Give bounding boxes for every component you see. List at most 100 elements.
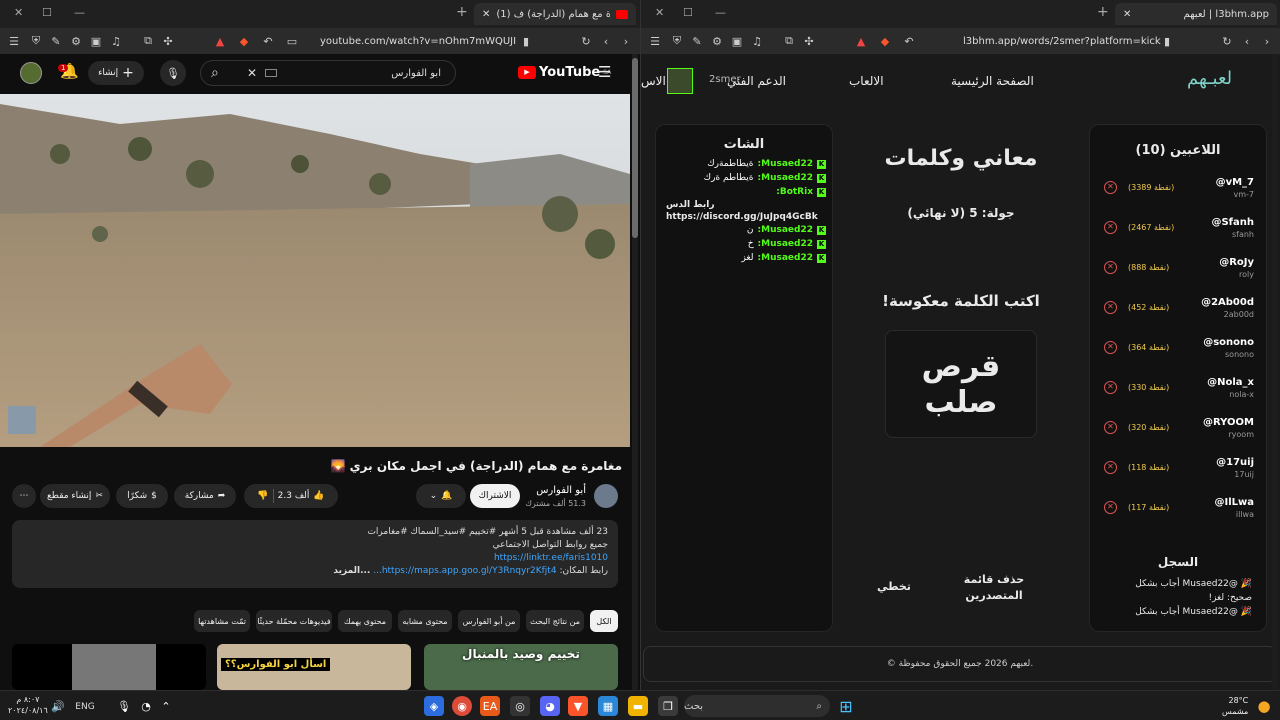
remove-player-icon[interactable]: ✕ [1104,341,1117,354]
music-icon[interactable]: ♫ [108,33,124,49]
minimize-icon[interactable]: — [74,6,85,19]
show-more-link[interactable]: ...المزيد [333,566,370,576]
user-avatar[interactable] [667,68,693,94]
microphone-icon[interactable]: 🎙 [160,60,186,86]
clock[interactable]: ٨:٠٧ م ٢٠٢٤/٠٨/١٦ [8,694,48,716]
video-description[interactable]: 23 ألف مشاهدة قبل 5 أشهر #تخييم #سيد_الس… [12,520,618,588]
bookmark-icon[interactable]: ▮ [1159,33,1175,49]
screenshot-icon[interactable]: ⧉ [140,33,156,49]
brave-shield-icon[interactable]: ◆ [236,33,252,49]
extension-icon[interactable]: ✎ [689,33,705,49]
close-window-icon[interactable]: ✕ [655,6,664,19]
tab-youtube[interactable]: ✕ (1) مغامرة مع همام (الدراجة) ف... [474,3,636,25]
app-ea-icon[interactable]: EA [480,696,500,716]
remove-player-icon[interactable]: ✕ [1104,221,1117,234]
bookmark-icon[interactable]: ▮ [518,33,534,49]
volume-icon[interactable]: 🔊 [48,696,68,716]
search-submit-icon[interactable]: ⌕ [211,65,219,81]
remove-player-icon[interactable]: ✕ [1104,461,1117,474]
subscribe-button[interactable]: الاشتراك [470,484,520,508]
remove-player-icon[interactable]: ✕ [1104,501,1117,514]
folder-icon[interactable]: ▬ [628,696,648,716]
back-icon[interactable]: ‹ [598,33,614,49]
forward-icon[interactable]: › [1259,33,1275,49]
clip-button[interactable]: إنشاء مقطع ✂ [40,484,110,508]
hamburger-menu-icon[interactable]: ☰ [598,63,611,81]
refresh-icon[interactable]: ↻ [1219,33,1235,49]
remove-player-icon[interactable]: ✕ [1104,381,1117,394]
search-input[interactable]: ⌕ ✕ ابو الفوارس [200,60,456,86]
maps-link[interactable]: https://maps.app.goo.gl/Y3Rnqyr2Kfjt4... [373,566,556,576]
thumbnail-2[interactable]: اسأل ابو الفوارس؟؟ [217,644,411,690]
settings-icon[interactable]: ⚙ [709,33,725,49]
maximize-icon[interactable]: ☐ [683,6,693,19]
back-icon[interactable]: ‹ [1239,33,1255,49]
clear-search-icon[interactable]: ✕ [247,66,257,80]
app-shield-icon[interactable]: ◈ [424,696,444,716]
chip-for-you[interactable]: محتوى يهمك [338,610,392,632]
chrome-icon[interactable]: ◉ [452,696,472,716]
extension-icon[interactable]: ✎ [48,33,64,49]
nav-home[interactable]: الصفحة الرئيسية [951,74,1034,88]
thumbnail-3[interactable] [12,644,206,690]
tab-l3bhm[interactable]: ✕ لعبهم | l3bhm.app [1115,3,1277,25]
discord-icon[interactable]: ◕ [540,696,560,716]
channel-avatar[interactable] [594,484,618,508]
store-icon[interactable]: ▦ [598,696,618,716]
description-link[interactable]: https://linktr.ee/faris1010 [22,552,608,565]
task-view-icon[interactable]: ❐ [658,696,678,716]
close-window-icon[interactable]: ✕ [14,6,23,19]
screen-icon[interactable]: ▭ [284,33,300,49]
triangle-icon[interactable]: ▲ [212,33,228,49]
video-player[interactable] [0,94,630,447]
windows-start-icon[interactable]: ⊞ [836,696,856,716]
site-logo[interactable]: لعبـهم [1187,68,1232,89]
sidebar-icon[interactable]: ▣ [729,33,745,49]
search-input[interactable]: بحث ⌕ [684,695,830,717]
mic-icon[interactable]: 🎙 [114,696,134,716]
close-tab-icon[interactable]: ✕ [1123,9,1131,20]
chip-watched[interactable]: تمّت مشاهدتها [194,610,250,632]
network-icon[interactable]: ◔ [136,696,156,716]
shield-icon[interactable]: ⛨ [669,33,685,49]
scrollbar[interactable] [632,54,638,690]
more-actions-icon[interactable]: ⋯ [12,484,36,508]
brave-shield-icon[interactable]: ◆ [877,33,893,49]
forward-icon[interactable]: › [618,33,634,49]
create-button[interactable]: إنشاء + [88,61,144,85]
like-icon[interactable]: 👍 [313,491,324,501]
dislike-icon[interactable]: 👎 [257,491,268,501]
sidebar-icon[interactable]: ▣ [88,33,104,49]
remove-player-icon[interactable]: ✕ [1104,301,1117,314]
reload-page-icon[interactable]: ↶ [260,33,276,49]
scrollbar-thumb[interactable] [632,58,638,238]
chevron-up-icon[interactable]: ⌃ [156,696,176,716]
menu-icon[interactable]: ☰ [6,33,22,49]
shield-icon[interactable]: ⛨ [28,33,44,49]
thumbnail-1[interactable]: تخييم وصيد بالمنبال [424,644,618,690]
new-tab-button[interactable]: + [456,4,468,20]
remove-player-icon[interactable]: ✕ [1104,421,1117,434]
puzzle-icon[interactable]: ✣ [801,33,817,49]
puzzle-icon[interactable]: ✣ [160,33,176,49]
refresh-icon[interactable]: ↻ [578,33,594,49]
chip-similar[interactable]: محتوى مشابه [398,610,452,632]
scrollbar[interactable] [1272,54,1278,690]
keyboard-icon[interactable] [265,69,277,77]
skip-button[interactable]: تخطي [877,580,911,593]
language-indicator[interactable]: ENG [70,697,100,717]
chip-from-channel[interactable]: من أبو الفوارس [458,610,520,632]
screenshot-icon[interactable]: ⧉ [781,33,797,49]
maximize-icon[interactable]: ☐ [42,6,52,19]
weather-widget[interactable]: 28°C مشمس [1222,695,1248,717]
brave-icon[interactable]: ▼ [568,696,588,716]
nav-games[interactable]: الالعاب [849,74,884,88]
chip-search-results[interactable]: من نتائج البحث [526,610,584,632]
menu-icon[interactable]: ☰ [647,33,663,49]
close-tab-icon[interactable]: ✕ [482,9,490,20]
triangle-icon[interactable]: ▲ [853,33,869,49]
address-bar[interactable]: youtube.com/watch?v=nOhm7mWQUJI [320,32,516,50]
chip-recent[interactable]: فيديوهات محمّلة حديثًا [256,610,332,632]
new-tab-button[interactable]: + [1097,4,1109,20]
music-icon[interactable]: ♫ [749,33,765,49]
